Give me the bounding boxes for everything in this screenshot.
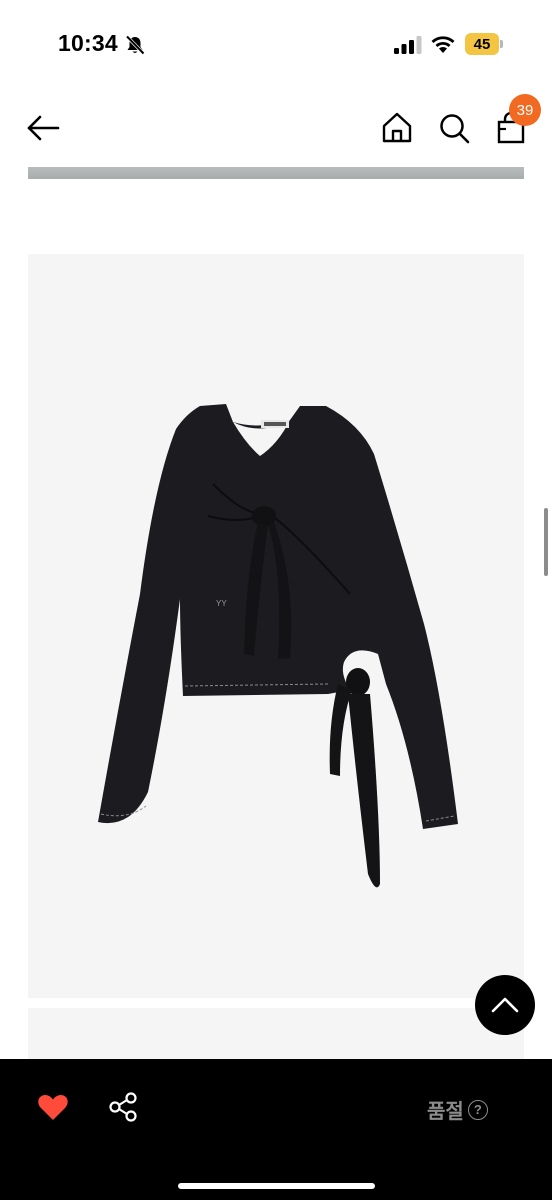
sold-out-label: 품절 (427, 1099, 464, 1123)
app-header (0, 100, 552, 156)
battery-level: 45 (465, 33, 499, 55)
chevron-up-icon (491, 997, 519, 1013)
product-detail-screen: 10:34 45 39 YY 품절 ? (0, 0, 552, 1200)
scroll-indicator[interactable] (544, 508, 548, 576)
like-button[interactable] (36, 1091, 70, 1123)
back-arrow-icon (27, 115, 60, 141)
sold-out-status[interactable]: 품절 ? (427, 1095, 488, 1124)
bottom-action-bar: 품절 ? (0, 1059, 552, 1200)
product-image[interactable]: YY (28, 254, 524, 998)
search-icon (440, 114, 470, 144)
home-indicator (178, 1183, 375, 1189)
share-button[interactable] (107, 1091, 139, 1123)
previous-image-strip (28, 167, 524, 179)
wifi-icon (431, 36, 455, 53)
signal-icon (394, 36, 422, 54)
cart-count-badge: 39 (509, 94, 541, 126)
share-icon (109, 1092, 137, 1122)
mute-bell-icon (125, 35, 145, 55)
search-button[interactable] (437, 110, 471, 146)
garment-logo-print: YY (216, 599, 227, 608)
black-top-garment: YY (98, 404, 458, 888)
home-button[interactable] (380, 110, 414, 146)
help-icon[interactable]: ? (467, 1099, 488, 1120)
scroll-to-top-button[interactable] (475, 975, 535, 1035)
battery-icon: 45 (465, 33, 503, 55)
status-time: 10:34 (58, 30, 118, 56)
status-bar: 10:34 45 (0, 0, 552, 90)
battery-cap (500, 40, 503, 48)
back-button[interactable] (24, 110, 64, 146)
home-icon (382, 112, 412, 143)
heart-icon (38, 1094, 68, 1120)
